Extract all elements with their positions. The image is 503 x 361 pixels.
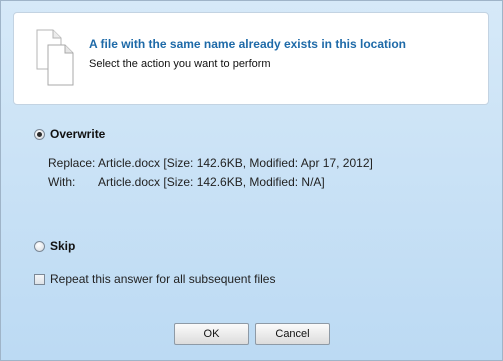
skip-radio[interactable]	[34, 240, 45, 252]
overwrite-label[interactable]: Overwrite	[50, 127, 105, 141]
with-label: With:	[48, 175, 76, 189]
ok-button[interactable]: OK	[174, 323, 249, 345]
replace-detail: Replace: Article.docx [Size: 142.6KB, Mo…	[48, 156, 373, 170]
repeat-label[interactable]: Repeat this answer for all subsequent fi…	[50, 272, 275, 286]
with-value: Article.docx [Size: 142.6KB, Modified: N…	[98, 175, 325, 189]
dialog-title: A file with the same name already exists…	[89, 37, 406, 51]
overwrite-option[interactable]: Overwrite	[34, 127, 105, 141]
copy-files-icon	[36, 29, 78, 87]
repeat-checkbox[interactable]	[34, 273, 45, 285]
dialog-subtitle: Select the action you want to perform	[89, 58, 271, 70]
file-exists-dialog: A file with the same name already exists…	[0, 0, 503, 361]
dialog-header: A file with the same name already exists…	[13, 12, 489, 105]
overwrite-radio[interactable]	[34, 128, 45, 140]
skip-label[interactable]: Skip	[50, 239, 75, 253]
cancel-button[interactable]: Cancel	[255, 323, 330, 345]
with-detail: With: Article.docx [Size: 142.6KB, Modif…	[48, 175, 325, 189]
replace-value: Article.docx [Size: 142.6KB, Modified: A…	[98, 156, 373, 170]
skip-option[interactable]: Skip	[34, 239, 75, 253]
repeat-option[interactable]: Repeat this answer for all subsequent fi…	[34, 272, 275, 286]
replace-label: Replace:	[48, 156, 96, 170]
